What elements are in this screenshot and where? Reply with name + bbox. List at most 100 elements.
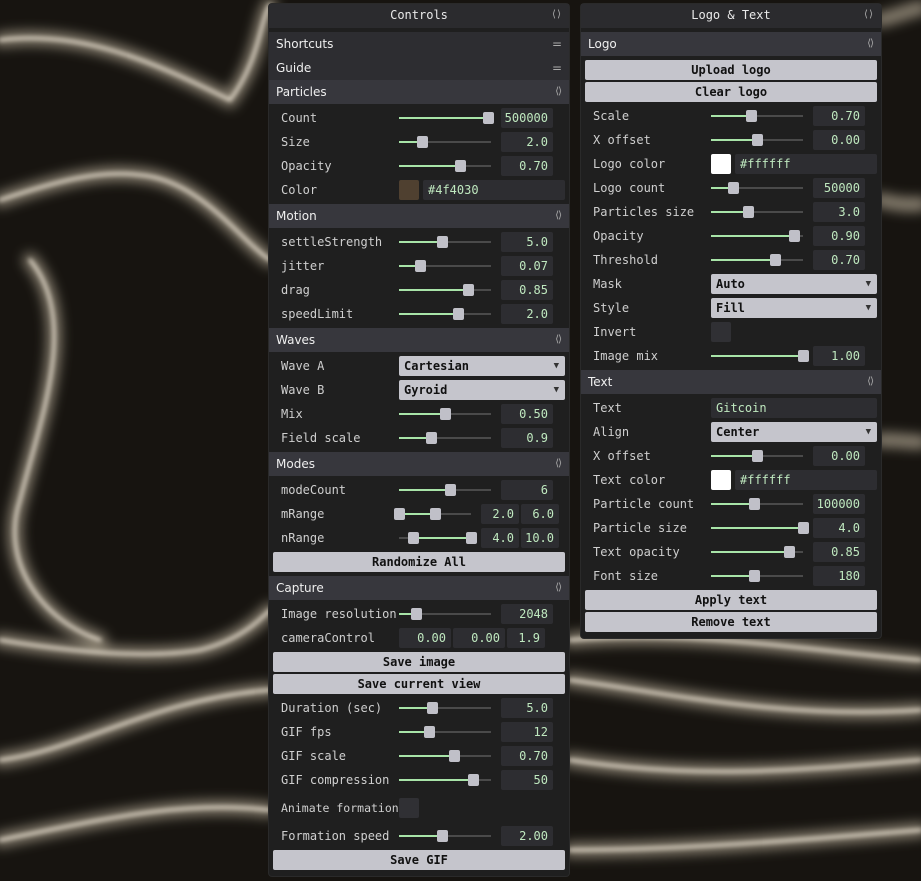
text-psize-slider[interactable] [711, 518, 809, 538]
text-pcount-value[interactable]: 100000 [813, 494, 865, 514]
slider-knob[interactable] [410, 608, 422, 620]
settle-value[interactable]: 5.0 [501, 232, 553, 252]
gif-compression-slider[interactable] [399, 770, 491, 790]
save-gif-button[interactable]: Save GIF [273, 850, 565, 870]
size-value[interactable]: 2.0 [501, 132, 553, 152]
resolution-slider[interactable] [399, 604, 491, 624]
resolution-value[interactable]: 2048 [501, 604, 553, 624]
gif-compression-value[interactable]: 50 [501, 770, 553, 790]
logo-color-swatch[interactable] [711, 154, 731, 174]
opacity-slider[interactable] [399, 156, 491, 176]
slider-knob[interactable] [784, 546, 796, 558]
modes-folder-header[interactable]: Modes ⟨⟩ [269, 452, 569, 476]
slider-knob[interactable] [417, 136, 428, 148]
text-color-swatch[interactable] [711, 470, 731, 490]
slider-knob[interactable] [745, 110, 757, 122]
gif-scale-slider[interactable] [399, 746, 491, 766]
text-psize-value[interactable]: 4.0 [813, 518, 865, 538]
text-xoffset-value[interactable]: 0.00 [813, 446, 865, 466]
range-knob-high[interactable] [466, 532, 477, 544]
mrange-slider[interactable] [394, 504, 471, 524]
remove-text-button[interactable]: Remove text [585, 612, 877, 632]
drag-value[interactable]: 0.85 [501, 280, 553, 300]
color-swatch[interactable] [399, 180, 419, 200]
style-select[interactable]: Fill ▼ [711, 298, 877, 318]
text-opacity-slider[interactable] [711, 542, 803, 562]
logo-threshold-value[interactable]: 0.70 [813, 250, 865, 270]
logo-psize-value[interactable]: 3.0 [813, 202, 865, 222]
collapse-icon[interactable]: ⟨⟩ [555, 204, 562, 228]
wave-b-select[interactable]: Gyroid ▼ [399, 380, 565, 400]
slider-knob[interactable] [440, 408, 451, 420]
slider-knob[interactable] [454, 160, 466, 172]
slider-knob[interactable] [483, 112, 495, 124]
animate-formation-checkbox[interactable] [399, 798, 419, 818]
collapse-icon[interactable]: ⟨⟩ [555, 576, 562, 600]
controls-panel-title[interactable]: Controls ⟨⟩ [269, 4, 569, 28]
upload-logo-button[interactable]: Upload logo [585, 60, 877, 80]
menu-icon[interactable]: = [552, 56, 562, 80]
slider-knob[interactable] [452, 308, 464, 320]
slider-knob[interactable] [752, 450, 763, 462]
gif-fps-slider[interactable] [399, 722, 491, 742]
slider-knob[interactable] [463, 284, 474, 296]
slider-knob[interactable] [798, 350, 809, 362]
modecount-slider[interactable] [399, 480, 491, 500]
mrange-min[interactable]: 2.0 [481, 504, 519, 524]
image-mix-value[interactable]: 1.00 [813, 346, 865, 366]
logo-xoffset-slider[interactable] [711, 130, 803, 150]
slider-knob[interactable] [426, 432, 438, 444]
slider-knob[interactable] [467, 774, 479, 786]
slider-knob[interactable] [437, 236, 449, 248]
logo-xoffset-value[interactable]: 0.00 [813, 130, 865, 150]
nrange-slider[interactable] [399, 528, 477, 548]
camera-x-input[interactable]: 0.00 [399, 628, 451, 648]
slider-knob[interactable] [742, 206, 754, 218]
logo-opacity-value[interactable]: 0.90 [813, 226, 865, 246]
text-input[interactable]: Gitcoin [711, 398, 877, 418]
text-folder-header[interactable]: Text ⟨⟩ [581, 370, 881, 394]
randomize-all-button[interactable]: Randomize All [273, 552, 565, 572]
logo-opacity-slider[interactable] [711, 226, 803, 246]
slider-knob[interactable] [788, 230, 800, 242]
camera-z-input[interactable]: 1.9 [507, 628, 545, 648]
logo-folder-header[interactable]: Logo ⟨⟩ [581, 32, 881, 56]
logo-text-panel-title[interactable]: Logo & Text ⟨⟩ [581, 4, 881, 28]
modecount-value[interactable]: 6 [501, 480, 553, 500]
collapse-icon[interactable]: ⟨⟩ [867, 370, 874, 394]
text-pcount-slider[interactable] [711, 494, 803, 514]
guide-folder[interactable]: Guide = [269, 56, 569, 80]
slider-knob[interactable] [770, 254, 782, 266]
save-image-button[interactable]: Save image [273, 652, 565, 672]
size-slider[interactable] [399, 132, 491, 152]
motion-folder-header[interactable]: Motion ⟨⟩ [269, 204, 569, 228]
jitter-slider[interactable] [399, 256, 491, 276]
slider-knob[interactable] [415, 260, 427, 272]
save-current-view-button[interactable]: Save current view [273, 674, 565, 694]
capture-folder-header[interactable]: Capture ⟨⟩ [269, 576, 569, 600]
mix-value[interactable]: 0.50 [501, 404, 553, 424]
range-knob-low[interactable] [394, 508, 405, 520]
logo-scale-value[interactable]: 0.70 [813, 106, 865, 126]
slider-knob[interactable] [444, 484, 456, 496]
slider-knob[interactable] [437, 830, 449, 842]
waves-folder-header[interactable]: Waves ⟨⟩ [269, 328, 569, 352]
particles-folder-header[interactable]: Particles ⟨⟩ [269, 80, 569, 104]
menu-icon[interactable]: = [552, 32, 562, 56]
gif-scale-value[interactable]: 0.70 [501, 746, 553, 766]
image-mix-slider[interactable] [711, 346, 809, 366]
gif-fps-value[interactable]: 12 [501, 722, 553, 742]
logo-threshold-slider[interactable] [711, 250, 803, 270]
speed-slider[interactable] [399, 304, 491, 324]
slider-knob[interactable] [427, 702, 439, 714]
font-size-slider[interactable] [711, 566, 803, 586]
field-scale-value[interactable]: 0.9 [501, 428, 553, 448]
logo-color-hex-input[interactable]: #ffffff [735, 154, 877, 174]
mrange-max[interactable]: 6.0 [521, 504, 559, 524]
collapse-icon[interactable]: ⟨⟩ [863, 4, 874, 26]
opacity-value[interactable]: 0.70 [501, 156, 553, 176]
collapse-icon[interactable]: ⟨⟩ [555, 80, 562, 104]
slider-knob[interactable] [449, 750, 461, 762]
nrange-min[interactable]: 4.0 [481, 528, 519, 548]
mask-select[interactable]: Auto ▼ [711, 274, 877, 294]
